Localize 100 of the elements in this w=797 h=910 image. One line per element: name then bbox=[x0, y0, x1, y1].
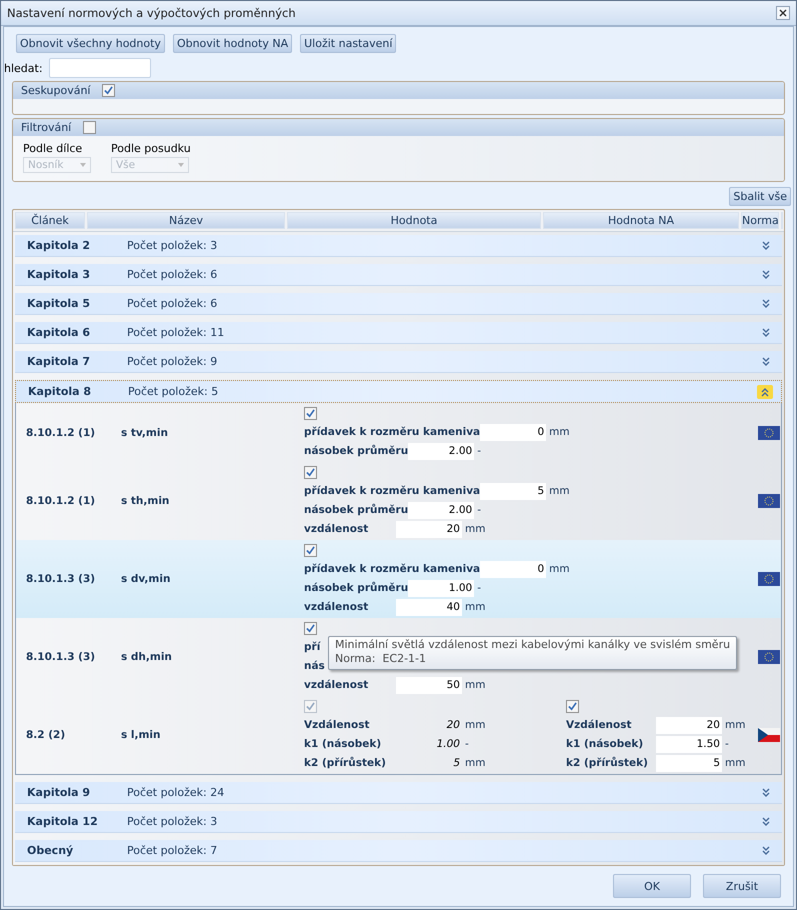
group-name: Kapitola 5 bbox=[27, 297, 92, 310]
flag-icon bbox=[758, 494, 780, 508]
column-header[interactable]: Hodnota bbox=[287, 212, 541, 229]
group-name: Kapitola 2 bbox=[27, 239, 92, 252]
value-field[interactable]: 5 bbox=[656, 754, 722, 772]
item-row[interactable]: 8.10.1.2 (1) s tv,min přídavek k rozměru kameniva 0 mm násobek průměru 2.00 - bbox=[16, 403, 781, 462]
column-header[interactable]: Hodnota NA bbox=[543, 212, 739, 229]
value-field[interactable]: 2.00 bbox=[408, 502, 474, 518]
column-header[interactable]: Název bbox=[87, 212, 285, 229]
value-field[interactable]: 40 bbox=[396, 598, 462, 616]
value-field[interactable]: 0 bbox=[480, 424, 546, 440]
name-cell-text: s dh,min bbox=[121, 651, 173, 663]
parameter-label: přídavek k rozměru kameniva bbox=[304, 426, 480, 438]
value-field[interactable]: 2.00 bbox=[408, 442, 474, 460]
group-row[interactable]: Kapitola 8 Počet položek: 5 bbox=[15, 380, 782, 403]
collapse-all-button[interactable]: Sbalit vše bbox=[729, 187, 791, 206]
unit-label: mm bbox=[548, 563, 570, 575]
group-row[interactable]: Kapitola 2 Počet položek: 3 bbox=[15, 235, 782, 257]
group-row[interactable]: Kapitola 9 Počet položek: 24 bbox=[15, 782, 782, 804]
dialog-button[interactable]: OK bbox=[613, 874, 691, 898]
filter-label: Podle dílce bbox=[23, 142, 84, 155]
item-row[interactable]: 8.10.1.2 (1) s th,min přídavek k rozměru kameniva 5 mm násobek průměru 2.00 - vzdálenost 20 mm bbox=[16, 462, 781, 540]
item-row[interactable]: 8.10.1.3 (3) s dv,min přídavek k rozměru kameniva 0 mm násobek průměru 1.00 - vzdálenost 40 mm bbox=[16, 540, 781, 618]
flag-icon bbox=[758, 426, 780, 440]
item-count: Počet položek: 3 bbox=[127, 815, 218, 828]
item-count: Počet položek: 7 bbox=[127, 844, 218, 857]
group-name: Kapitola 6 bbox=[27, 326, 92, 339]
unit-label: - bbox=[464, 738, 470, 750]
close-button[interactable] bbox=[776, 6, 790, 20]
value-field[interactable]: 20 bbox=[396, 520, 462, 538]
item-count: Počet položek: 24 bbox=[127, 786, 226, 799]
checkbox[interactable] bbox=[83, 121, 96, 134]
group-row[interactable]: Kapitola 3 Počet položek: 6 bbox=[15, 264, 782, 286]
group-name: Kapitola 8 bbox=[28, 385, 92, 398]
flag-icon bbox=[758, 650, 780, 664]
parameter-label: Vzdálenost bbox=[566, 719, 633, 731]
value-field[interactable]: 50 bbox=[396, 676, 462, 694]
item-count: Počet položek: 6 bbox=[127, 268, 218, 281]
parameter-label: k1 (násobek) bbox=[304, 738, 382, 750]
value-field[interactable]: 0 bbox=[480, 560, 546, 578]
column-header[interactable]: Článek bbox=[15, 212, 85, 229]
item-count: Počet položek: 3 bbox=[127, 239, 218, 252]
unit-label: mm bbox=[724, 757, 746, 769]
parameter-label: vzdálenost bbox=[304, 679, 370, 691]
group-name: Kapitola 7 bbox=[27, 355, 92, 368]
unit-label: - bbox=[476, 504, 482, 516]
toolbar-button[interactable]: Obnovit hodnoty NA bbox=[172, 34, 292, 53]
parameter-label: násobek průměru bbox=[304, 504, 408, 516]
checkbox[interactable] bbox=[102, 84, 116, 97]
value-field[interactable]: 1.00 bbox=[408, 580, 474, 596]
parameter-label: přídavek k rozměru kameniva bbox=[304, 563, 480, 575]
close-icon[interactable] bbox=[779, 9, 787, 17]
group-row[interactable]: Kapitola 6 Počet položek: 11 bbox=[15, 322, 782, 344]
panel-title: Filtrování bbox=[21, 121, 72, 134]
parameter-label: k2 (přírůstek) bbox=[304, 757, 387, 769]
toolbar-button[interactable]: Uložit nastavení bbox=[300, 34, 396, 53]
checkbox[interactable] bbox=[304, 622, 317, 635]
group-row[interactable]: Kapitola 7 Počet položek: 9 bbox=[15, 351, 782, 373]
window-title: Nastavení normových a výpočtových proměnných bbox=[7, 6, 296, 20]
value-field[interactable]: 1.50 bbox=[656, 736, 722, 752]
parameter-label: násobek průměru bbox=[304, 445, 408, 457]
unit-label: mm bbox=[724, 719, 746, 731]
item-row[interactable]: 8.10.1.3 (3) s dh,min pří nás Minimální světlá vzdálenost mezi kabelovými kanálky ve svislém směru Norma: EC2-1-1 vzdálenost 50 mm bbox=[16, 618, 781, 696]
checkbox[interactable] bbox=[304, 466, 317, 479]
checkbox[interactable] bbox=[304, 407, 317, 420]
column-header[interactable]: Norma bbox=[741, 212, 779, 229]
group-row[interactable]: Kapitola 12 Počet položek: 3 bbox=[15, 811, 782, 833]
item-count: Počet položek: 6 bbox=[127, 297, 218, 310]
toolbar-button[interactable]: Obnovit všechny hodnoty bbox=[16, 34, 165, 53]
unit-label: mm bbox=[548, 426, 570, 438]
item-count: Počet položek: 11 bbox=[127, 326, 226, 339]
tooltip-norm: Norma: EC2-1-1 bbox=[335, 652, 428, 666]
value-field[interactable]: 20 bbox=[656, 716, 722, 734]
search-field[interactable] bbox=[48, 58, 151, 78]
article-cell-text: 8.2 (2) bbox=[26, 729, 66, 741]
article-cell-text: 8.10.1.3 (3) bbox=[26, 651, 96, 663]
unit-label: - bbox=[476, 582, 482, 594]
name-cell-text: s th,min bbox=[121, 495, 170, 507]
value-field[interactable]: 5 bbox=[480, 482, 546, 500]
unit-label: mm bbox=[548, 485, 570, 497]
article-cell-text: 8.10.1.2 (1) bbox=[26, 426, 96, 438]
name-cell-text: s l,min bbox=[121, 729, 162, 741]
unit-label: - bbox=[724, 738, 730, 750]
dialog-button[interactable]: Zrušit bbox=[703, 874, 781, 898]
parameter-label: Vzdálenost bbox=[304, 719, 371, 731]
group-row[interactable]: Kapitola 5 Počet položek: 6 bbox=[15, 293, 782, 315]
checkbox[interactable] bbox=[566, 700, 579, 713]
collapse-icon[interactable] bbox=[757, 384, 773, 398]
unit-label: mm bbox=[464, 523, 486, 535]
unit-label: mm bbox=[464, 719, 486, 731]
article-cell-text: 8.10.1.2 (1) bbox=[26, 495, 96, 507]
tooltip-text: Minimální světlá vzdálenost mezi kabelovými kanálky ve svislém směru bbox=[335, 638, 730, 652]
group-name: Kapitola 3 bbox=[27, 268, 92, 281]
search-label: hledat: bbox=[4, 62, 43, 74]
unit-label: - bbox=[476, 445, 482, 457]
checkbox[interactable] bbox=[304, 544, 317, 557]
parameter-label: násobek průměru bbox=[304, 582, 408, 594]
filter-label: Podle posudku bbox=[111, 142, 191, 155]
group-row[interactable]: Obecný Počet položek: 7 bbox=[15, 840, 782, 862]
parameter-label: k2 (přírůstek) bbox=[566, 757, 649, 769]
